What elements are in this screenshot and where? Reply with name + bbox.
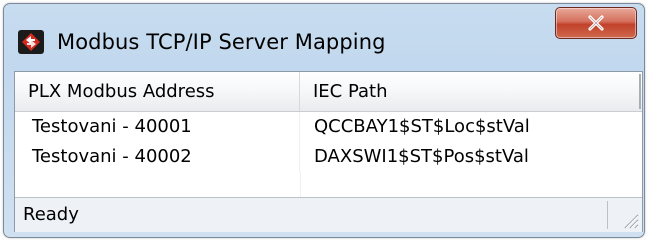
column-gridline (300, 172, 301, 197)
iec-path-cell: DAXSWI1$ST$Pos$stVal (314, 146, 529, 167)
status-bar: Ready (15, 197, 642, 232)
table-row[interactable]: Testovani - 40001 QCCBAY1$ST$Loc$stVal (15, 112, 642, 142)
title-bar[interactable]: Modbus TCP/IP Server Mapping (4, 4, 644, 72)
list-header: PLX Modbus Address IEC Path (15, 72, 642, 112)
address-cell: Testovani - 40002 (15, 142, 300, 172)
close-button[interactable] (555, 7, 637, 39)
table-row[interactable]: Testovani - 40002 DAXSWI1$ST$Pos$stVal (15, 142, 642, 172)
client-area: PLX Modbus Address IEC Path Testovani - … (14, 71, 643, 232)
column-header-iec-path[interactable]: IEC Path (300, 72, 642, 111)
app-icon[interactable] (17, 29, 45, 55)
column-divider[interactable] (639, 74, 641, 109)
iec-path-cell: QCCBAY1$ST$Loc$stVal (314, 116, 530, 137)
resize-grip-icon[interactable] (619, 209, 639, 229)
status-panel (17, 201, 608, 229)
mapping-list[interactable]: PLX Modbus Address IEC Path Testovani - … (15, 72, 642, 197)
empty-row (15, 172, 642, 197)
close-icon (588, 15, 604, 31)
address-cell: Testovani - 40001 (15, 112, 300, 142)
status-text: Ready (23, 204, 79, 225)
window-title: Modbus TCP/IP Server Mapping (57, 30, 386, 54)
window: Modbus TCP/IP Server Mapping PLX Modbus … (3, 3, 645, 238)
column-header-plx-modbus-address[interactable]: PLX Modbus Address (15, 72, 300, 111)
